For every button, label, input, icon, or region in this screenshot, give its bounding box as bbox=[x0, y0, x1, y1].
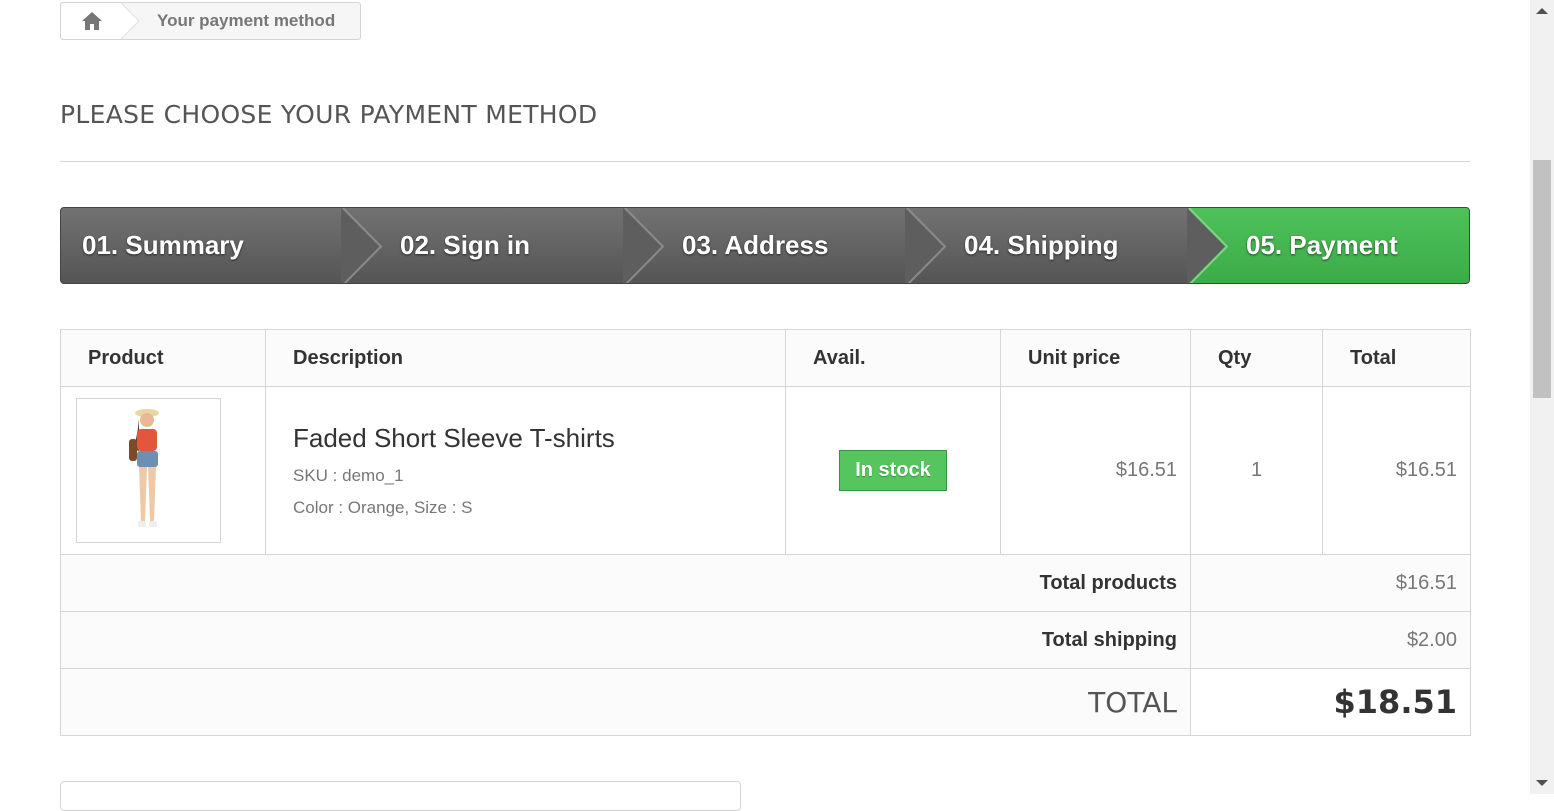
line-total: $16.51 bbox=[1322, 386, 1471, 555]
step-shipping[interactable]: 04. Shipping bbox=[964, 230, 1119, 261]
breadcrumb-current: Your payment method bbox=[157, 11, 336, 30]
product-description-cell: Faded Short Sleeve T-shirts SKU : demo_1… bbox=[265, 386, 786, 555]
step-sign-in[interactable]: 02. Sign in bbox=[400, 230, 530, 261]
product-sku: SKU : demo_1 bbox=[293, 466, 404, 485]
unit-price: $16.51 bbox=[1000, 386, 1191, 555]
header-product: Product bbox=[60, 329, 266, 387]
table-row: Faded Short Sleeve T-shirts SKU : demo_1… bbox=[60, 386, 1471, 555]
quantity: 1 bbox=[1190, 386, 1323, 555]
total-products-label: Total products bbox=[60, 554, 1191, 612]
header-unit-price: Unit price bbox=[1000, 329, 1191, 387]
header-qty: Qty bbox=[1190, 329, 1323, 387]
product-attributes-link[interactable]: Color : Orange, Size : S bbox=[293, 498, 772, 518]
cart-summary-table: Product Description Avail. Unit price Qt… bbox=[60, 329, 1471, 736]
grand-total-value: $18.51 bbox=[1190, 668, 1471, 736]
in-stock-badge: In stock bbox=[839, 450, 947, 491]
header-description: Description bbox=[265, 329, 786, 387]
step-separator-icon bbox=[1187, 208, 1229, 283]
product-image-cell bbox=[60, 386, 266, 555]
product-name-link[interactable]: Faded Short Sleeve T-shirts bbox=[293, 423, 772, 454]
breadcrumb-separator-icon bbox=[121, 3, 140, 39]
table-header-row: Product Description Avail. Unit price Qt… bbox=[60, 329, 1471, 387]
header-total: Total bbox=[1322, 329, 1471, 387]
availability-cell: In stock bbox=[785, 386, 1001, 555]
page-title: PLEASE CHOOSE YOUR PAYMENT METHOD bbox=[60, 100, 598, 129]
payment-option-box[interactable] bbox=[60, 781, 741, 811]
checkout-steps: 01. Summary 02. Sign in 03. Address 04. … bbox=[60, 207, 1470, 284]
scroll-down-arrow-icon[interactable] bbox=[1536, 780, 1548, 786]
breadcrumb: Your payment method bbox=[60, 2, 361, 40]
scroll-up-arrow-icon[interactable] bbox=[1536, 8, 1548, 14]
product-photo bbox=[129, 409, 159, 527]
product-image[interactable] bbox=[76, 398, 221, 543]
step-summary[interactable]: 01. Summary bbox=[82, 230, 244, 261]
grand-total-row: TOTAL $18.51 bbox=[60, 668, 1471, 736]
page-scrollbar[interactable] bbox=[1530, 0, 1554, 794]
heading-divider bbox=[60, 161, 1470, 162]
grand-total-label: TOTAL bbox=[60, 668, 1191, 736]
total-products-value: $16.51 bbox=[1190, 554, 1471, 612]
home-icon bbox=[82, 12, 102, 30]
total-shipping-row: Total shipping $2.00 bbox=[60, 611, 1471, 669]
total-shipping-value: $2.00 bbox=[1190, 611, 1471, 669]
scrollbar-thumb[interactable] bbox=[1533, 160, 1551, 398]
step-separator-icon bbox=[341, 208, 383, 283]
step-payment: 05. Payment bbox=[1246, 230, 1398, 260]
header-avail: Avail. bbox=[785, 329, 1001, 387]
total-products-row: Total products $16.51 bbox=[60, 554, 1471, 612]
step-separator-icon bbox=[623, 208, 665, 283]
total-shipping-label: Total shipping bbox=[60, 611, 1191, 669]
step-address[interactable]: 03. Address bbox=[682, 230, 828, 261]
step-separator-icon bbox=[905, 208, 947, 283]
breadcrumb-home-link[interactable] bbox=[61, 3, 121, 39]
